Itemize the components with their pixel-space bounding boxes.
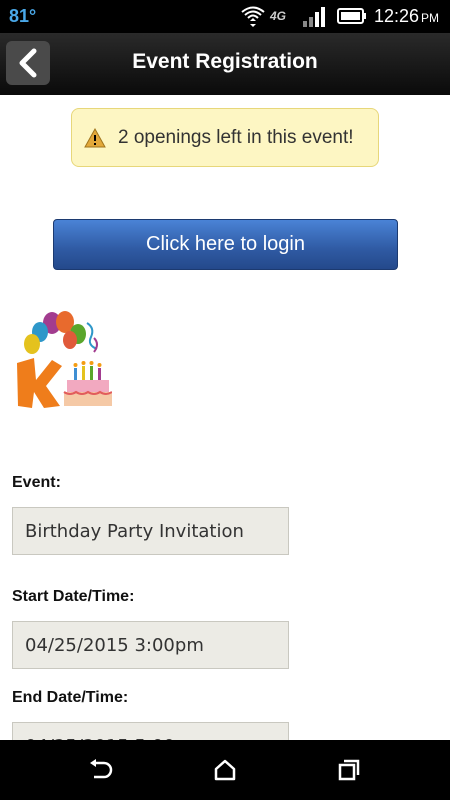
openings-alert: 2 openings left in this event!	[71, 108, 379, 167]
start-datetime-field[interactable]: 04/25/2015 3:00pm	[12, 621, 289, 669]
event-label: Event:	[12, 474, 61, 491]
system-nav-bar	[0, 740, 450, 800]
signal-icon	[302, 5, 328, 32]
nav-home-icon	[214, 759, 236, 781]
warning-icon	[84, 127, 106, 147]
start-datetime-label: Start Date/Time:	[12, 588, 135, 605]
battery-icon	[337, 7, 367, 30]
event-field[interactable]: Birthday Party Invitation	[12, 507, 289, 555]
app-header: Event Registration	[0, 33, 450, 95]
status-bar: 81° 4G 12:26 PM	[0, 0, 450, 33]
nav-recents-button[interactable]	[334, 756, 364, 784]
alert-text: 2 openings left in this event!	[118, 126, 354, 148]
nav-back-button[interactable]	[86, 756, 116, 784]
nav-back-icon	[90, 759, 113, 779]
wifi-icon	[240, 3, 266, 32]
temperature: 81°	[9, 6, 37, 26]
event-logo	[12, 308, 113, 413]
clock: 12:26 PM	[374, 6, 440, 26]
nav-home-button[interactable]	[210, 756, 240, 784]
end-datetime-label: End Date/Time:	[12, 689, 129, 706]
login-button[interactable]: Click here to login	[53, 219, 398, 270]
nav-recents-icon	[338, 759, 360, 781]
network-type: 4G	[270, 9, 287, 23]
page-title: Event Registration	[132, 50, 318, 73]
